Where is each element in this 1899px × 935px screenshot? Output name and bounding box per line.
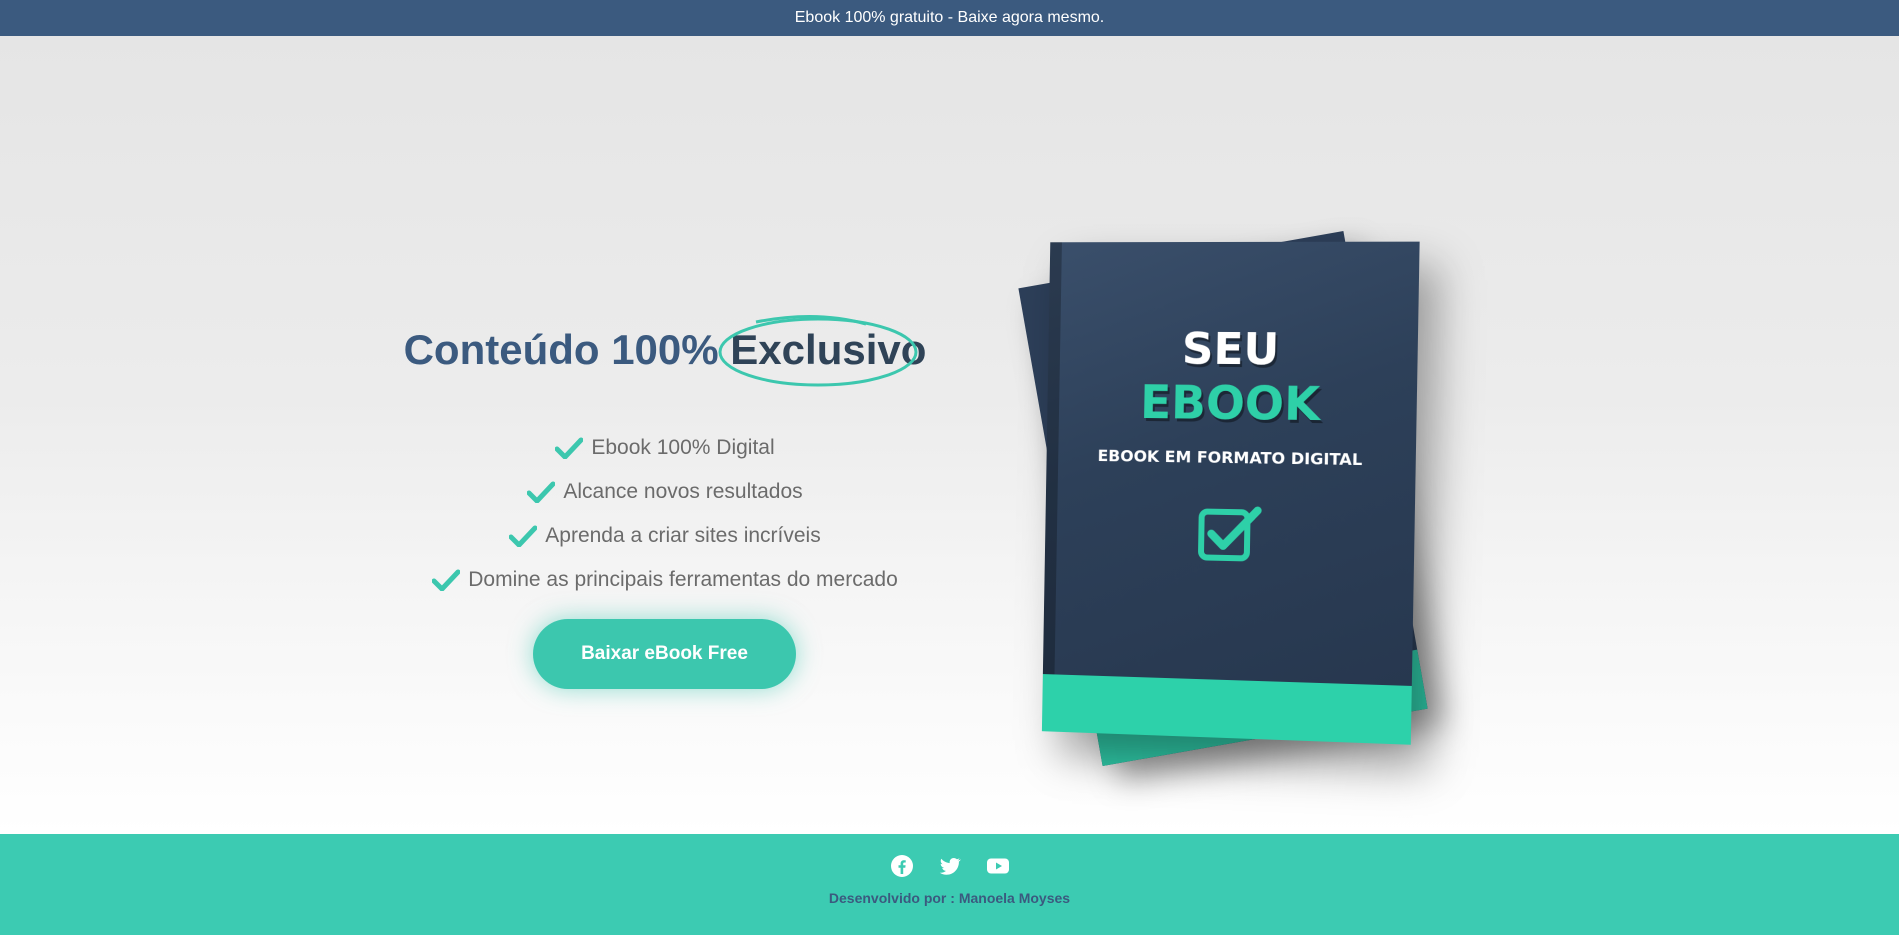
footer: Desenvolvido por : Manoela Moyses [0, 834, 1899, 935]
headline-prefix: Conteúdo 100% [403, 326, 731, 373]
facebook-icon[interactable] [890, 854, 914, 878]
list-item: Aprenda a criar sites incríveis [380, 514, 950, 558]
headline-highlight-wrap: Exclusivo [718, 314, 926, 387]
cover-title-line2: EBOOK [1139, 375, 1321, 432]
youtube-icon[interactable] [986, 854, 1010, 878]
feature-list: Ebook 100% Digital Alcance novos resulta… [380, 426, 950, 602]
ebook-front-cover: SEU EBOOK EBOOK EM FORMATO DIGITAL [1041, 241, 1420, 745]
hand-drawn-circle-icon [718, 314, 918, 387]
checkmark-icon [432, 569, 461, 591]
hero-section: Conteúdo 100% Exclusivo Ebook 100% Digit… [0, 36, 1899, 834]
list-item: Alcance novos resultados [380, 470, 950, 514]
page-title: Conteúdo 100% Exclusivo [380, 314, 950, 387]
checkmark-icon [555, 437, 584, 459]
twitter-icon[interactable] [938, 854, 962, 878]
cover-subtitle: EBOOK EM FORMATO DIGITAL [1097, 446, 1363, 470]
announcement-text: Ebook 100% gratuito - Baixe agora mesmo. [794, 9, 1105, 26]
social-links [890, 854, 1010, 878]
feature-label: Alcance novos resultados [563, 480, 803, 503]
feature-label: Aprenda a criar sites incríveis [545, 524, 821, 547]
developer-credit: Desenvolvido por : Manoela Moyses [828, 890, 1071, 906]
feature-label: Domine as principais ferramentas do merc… [468, 568, 898, 591]
checkbox-icon [1197, 503, 1264, 562]
list-item: Domine as principais ferramentas do merc… [380, 558, 950, 602]
cover-title-line1: SEU [1181, 323, 1280, 376]
list-item: Ebook 100% Digital [380, 426, 950, 470]
download-ebook-button[interactable]: Baixar eBook Free [533, 619, 796, 689]
checkmark-icon [509, 525, 538, 547]
feature-label: Ebook 100% Digital [591, 436, 775, 459]
checkmark-icon [527, 481, 556, 503]
announcement-bar: Ebook 100% gratuito - Baixe agora mesmo. [0, 0, 1899, 36]
ebook-mockup: SEU EBOOK EBOOK EM FORMATO DIGITAL [1000, 216, 1480, 806]
